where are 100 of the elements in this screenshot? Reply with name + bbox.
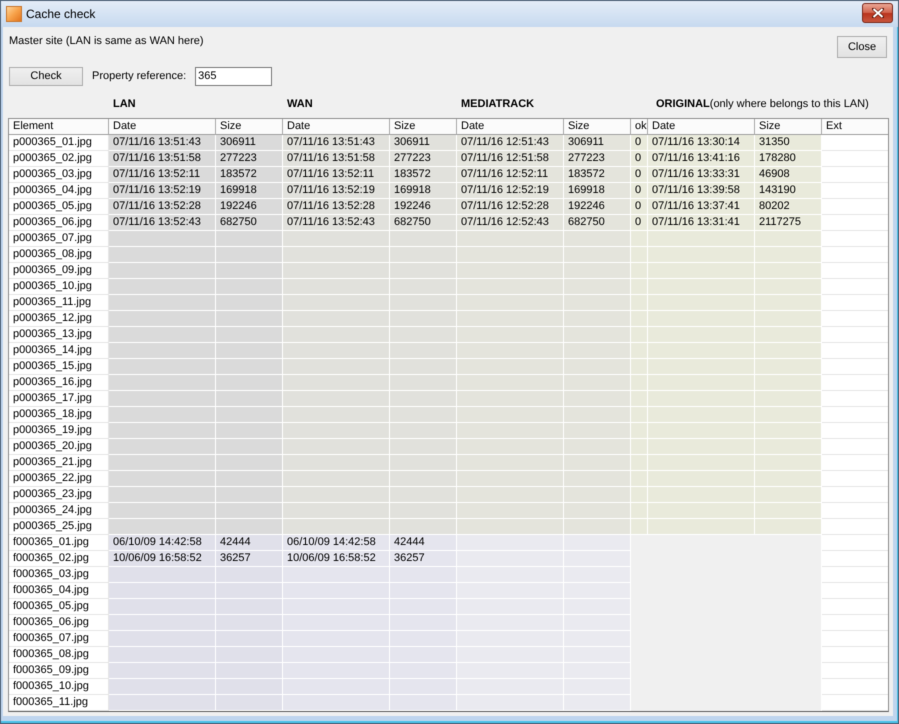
table-cell: 07/11/16 12:52:28 [457, 199, 564, 215]
table-cell: 07/11/16 13:52:11 [109, 167, 216, 183]
table-cell: 192246 [390, 199, 457, 215]
table-cell: 682750 [564, 215, 631, 231]
check-button[interactable]: Check [9, 66, 83, 86]
table-cell: 36257 [216, 551, 283, 567]
table-cell: 192246 [216, 199, 283, 215]
table-cell: 07/11/16 13:51:43 [109, 135, 216, 151]
table-cell: 07/11/16 13:37:41 [648, 199, 755, 215]
table-cell: 07/11/16 12:52:11 [457, 167, 564, 183]
table-cell: f000365_08.jpg [9, 647, 109, 663]
table-cell: 178280 [755, 151, 822, 167]
table-cell: 169918 [564, 183, 631, 199]
table-cell: 0 [631, 135, 648, 151]
table-cell: p000365_03.jpg [9, 167, 109, 183]
table-cell: 143190 [755, 183, 822, 199]
table-cell: p000365_13.jpg [9, 327, 109, 343]
table-cell: 306911 [564, 135, 631, 151]
table-cell: 10/06/09 16:58:52 [283, 551, 390, 567]
table-cell: p000365_01.jpg [9, 135, 109, 151]
table-cell: 2117275 [755, 215, 822, 231]
table-cell: p000365_23.jpg [9, 487, 109, 503]
column-header[interactable]: Size [755, 119, 822, 135]
table-cell: p000365_10.jpg [9, 279, 109, 295]
close-window-button[interactable] [862, 3, 893, 23]
table-cell: f000365_11.jpg [9, 695, 109, 711]
table-cell: 0 [631, 183, 648, 199]
property-reference-label: Property reference: [92, 70, 186, 82]
column-header[interactable]: Date [109, 119, 216, 135]
table-cell: 07/11/16 13:52:19 [283, 183, 390, 199]
table-cell: 07/11/16 13:52:11 [283, 167, 390, 183]
table-cell: p000365_04.jpg [9, 183, 109, 199]
table-cell: 07/11/16 12:51:43 [457, 135, 564, 151]
group-heading: LAN [113, 97, 136, 111]
table-cell: 31350 [755, 135, 822, 151]
table-cell: p000365_08.jpg [9, 247, 109, 263]
table-cell: 169918 [216, 183, 283, 199]
table-cell: p000365_25.jpg [9, 519, 109, 535]
table-cell: 0 [631, 215, 648, 231]
group-heading: MEDIATRACK [461, 97, 534, 111]
table-cell: f000365_06.jpg [9, 615, 109, 631]
table-cell: 183572 [390, 167, 457, 183]
table-cell: p000365_19.jpg [9, 423, 109, 439]
table-cell: 192246 [564, 199, 631, 215]
table-cell: p000365_17.jpg [9, 391, 109, 407]
table-cell: 07/11/16 13:51:58 [109, 151, 216, 167]
column-header[interactable]: Element [9, 119, 109, 135]
table-cell: p000365_02.jpg [9, 151, 109, 167]
table-cell: f000365_05.jpg [9, 599, 109, 615]
group-heading: WAN [287, 97, 313, 111]
table-cell: 277223 [390, 151, 457, 167]
table-cell: 07/11/16 13:30:14 [648, 135, 755, 151]
group-note: (only where belongs to this LAN) [710, 97, 869, 111]
property-reference-field[interactable]: 365 [195, 66, 272, 86]
column-header[interactable]: Date [457, 119, 564, 135]
table-cell: 07/11/16 13:52:28 [109, 199, 216, 215]
table-cell: 07/11/16 13:52:19 [109, 183, 216, 199]
table-cell: 306911 [390, 135, 457, 151]
table-cell: 682750 [390, 215, 457, 231]
table-cell: p000365_11.jpg [9, 295, 109, 311]
table-cell: f000365_02.jpg [9, 551, 109, 567]
table-cell: 06/10/09 14:42:58 [283, 535, 390, 551]
table-cell: 07/11/16 13:51:58 [283, 151, 390, 167]
column-header[interactable]: Ext [822, 119, 888, 135]
column-header[interactable]: Size [216, 119, 283, 135]
table-cell: p000365_14.jpg [9, 343, 109, 359]
table-cell: 07/11/16 13:52:43 [109, 215, 216, 231]
column-header[interactable]: Date [648, 119, 755, 135]
column-header[interactable]: Size [564, 119, 631, 135]
table-cell: p000365_12.jpg [9, 311, 109, 327]
table-cell: p000365_22.jpg [9, 471, 109, 487]
table-cell: p000365_09.jpg [9, 263, 109, 279]
table-cell: p000365_16.jpg [9, 375, 109, 391]
column-header[interactable]: ok [631, 119, 648, 135]
window-title: Cache check [26, 7, 96, 21]
table-cell: 07/11/16 13:51:43 [283, 135, 390, 151]
square-icon [6, 6, 22, 22]
table-cell: f000365_09.jpg [9, 663, 109, 679]
group-heading: ORIGINAL [656, 97, 710, 111]
table-cell: 46908 [755, 167, 822, 183]
column-header[interactable]: Date [283, 119, 390, 135]
table-cell: 0 [631, 167, 648, 183]
table-cell: 07/11/16 13:52:28 [283, 199, 390, 215]
table-cell: 0 [631, 199, 648, 215]
table-cell: 07/11/16 12:52:19 [457, 183, 564, 199]
table-cell: 06/10/09 14:42:58 [109, 535, 216, 551]
site-note: Master site (LAN is same as WAN here) [9, 35, 204, 48]
close-button[interactable]: Close [837, 36, 887, 58]
table-cell: f000365_04.jpg [9, 583, 109, 599]
table-cell: 183572 [216, 167, 283, 183]
table-cell: f000365_01.jpg [9, 535, 109, 551]
table-cell: 0 [631, 151, 648, 167]
column-header[interactable]: Size [390, 119, 457, 135]
table-cell: 07/11/16 12:51:58 [457, 151, 564, 167]
table-cell: f000365_03.jpg [9, 567, 109, 583]
table-cell: 183572 [564, 167, 631, 183]
table-cell: p000365_20.jpg [9, 439, 109, 455]
table-cell: f000365_07.jpg [9, 631, 109, 647]
table-cell: p000365_07.jpg [9, 231, 109, 247]
table-cell: 682750 [216, 215, 283, 231]
